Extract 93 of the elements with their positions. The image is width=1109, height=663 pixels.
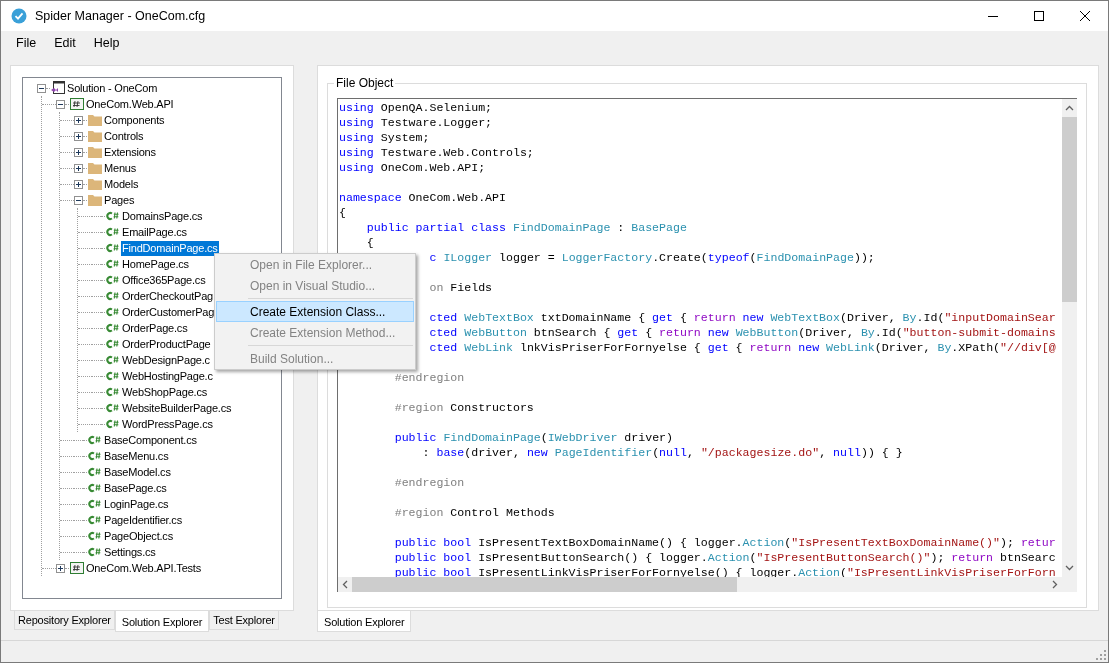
- code-line: using Testware.Logger;: [339, 115, 493, 130]
- expand-icon[interactable]: [74, 163, 83, 173]
- vertical-scrollbar[interactable]: [1062, 99, 1077, 577]
- tree-item[interactable]: OneCom.Web.API: [85, 96, 175, 112]
- chevron-up-icon[interactable]: [1065, 105, 1074, 111]
- maximize-icon[interactable]: [1034, 11, 1044, 21]
- code-line: cted WebTextBox txtDomainName { get { return new WebTextBox(Driver, By.Id("inputDomainSear: [429, 310, 1056, 325]
- tree-item[interactable]: OrderCheckoutPag: [121, 288, 214, 304]
- folder-icon: [87, 144, 103, 160]
- tree-item[interactable]: OneCom.Web.API.Tests: [85, 560, 202, 576]
- expand-icon[interactable]: [74, 115, 83, 125]
- folder-icon: [87, 128, 103, 144]
- project-icon: [69, 96, 85, 112]
- tree-item[interactable]: DomainsPage.cs: [121, 208, 204, 224]
- tree-item[interactable]: LoginPage.cs: [103, 496, 170, 512]
- window-title: Spider Manager - OneCom.cfg: [35, 7, 206, 25]
- tree-item[interactable]: Office365Page.cs: [121, 272, 207, 288]
- horizontal-scrollbar[interactable]: [338, 577, 1062, 592]
- tab[interactable]: Solution Explorer: [114, 611, 210, 632]
- code-line: using OpenQA.Selenium;: [339, 100, 493, 115]
- expand-icon[interactable]: [56, 563, 65, 573]
- folder-icon: [87, 160, 103, 176]
- code-line: on Fields: [429, 280, 493, 295]
- tree-item[interactable]: Components: [103, 112, 166, 128]
- tree-item[interactable]: Settings.cs: [103, 544, 157, 560]
- tree-item[interactable]: PageObject.cs: [103, 528, 174, 544]
- collapse-icon[interactable]: [74, 195, 83, 205]
- tree-item[interactable]: Extensions: [103, 144, 157, 160]
- menu-item[interactable]: File: [7, 33, 46, 53]
- resize-grip-icon[interactable]: [1096, 650, 1106, 660]
- tab[interactable]: Test Explorer: [209, 611, 279, 630]
- folder-icon: [87, 112, 103, 128]
- code-line: #endregion: [394, 370, 465, 385]
- tree-item[interactable]: WebHostingPage.c: [121, 368, 214, 384]
- tree-item[interactable]: Solution - OneCom: [66, 80, 159, 96]
- tree-item[interactable]: FindDomainPage.cs: [121, 240, 219, 256]
- close-icon[interactable]: [1080, 11, 1090, 21]
- tab[interactable]: Solution Explorer: [317, 611, 412, 632]
- code-line: using Testware.Web.Controls;: [339, 145, 534, 160]
- code-line: public bool IsPresentButtonSearch() { logger.Action("IsPresentButtonSearch()"); return btnSearc: [394, 550, 1056, 565]
- tree-item[interactable]: Controls: [103, 128, 145, 144]
- menu-item[interactable]: Create Extension Class...: [216, 301, 414, 322]
- app-logo-icon: [11, 8, 27, 24]
- code-line: public bool IsPresentTextBoxDomainName() { logger.Action("IsPresentTextBoxDomainName()"); retur: [394, 535, 1056, 550]
- solution-icon: [50, 80, 66, 96]
- project-icon: [69, 560, 85, 576]
- scrollbar-thumb[interactable]: [352, 577, 737, 592]
- tree-item[interactable]: BasePage.cs: [103, 480, 168, 496]
- code-line: cted WebLink lnkVisPriserForFornyelse { get { return new WebLink(Driver, By.XPath("//div[@: [429, 340, 1056, 355]
- expand-icon[interactable]: [74, 179, 83, 189]
- tree-item[interactable]: Menus: [103, 160, 138, 176]
- chevron-right-icon[interactable]: [1052, 580, 1058, 589]
- folder-icon: [87, 192, 103, 208]
- tree-item[interactable]: WordPressPage.cs: [121, 416, 214, 432]
- tree-item[interactable]: BaseComponent.cs: [103, 432, 198, 448]
- tree-item[interactable]: PageIdentifier.cs: [103, 512, 183, 528]
- tab[interactable]: Repository Explorer: [14, 611, 115, 630]
- tree-item[interactable]: OrderCustomerPag: [121, 304, 216, 320]
- code-line: public FindDomainPage(IWebDriver driver): [394, 430, 673, 445]
- code-line: : base(driver, new PageIdentifier(null, "/packagesize.do", null)) { }: [422, 445, 903, 460]
- tree-item[interactable]: EmailPage.cs: [121, 224, 188, 240]
- tree-item[interactable]: Models: [103, 176, 140, 192]
- code-line: public partial class FindDomainPage : BasePage: [366, 220, 687, 235]
- chevron-left-icon[interactable]: [342, 580, 348, 589]
- tree-item[interactable]: WebDesignPage.c: [121, 352, 211, 368]
- code-line: using System;: [339, 130, 430, 145]
- tree-item[interactable]: BaseMenu.cs: [103, 448, 170, 464]
- code-line: cted WebButton btnSearch { get { return new WebButton(Driver, By.Id("button-submit-domains: [429, 325, 1056, 340]
- code-line: c ILogger logger = LoggerFactory.Create(typeof(FindDomainPage));: [429, 250, 875, 265]
- group-title: File Object: [334, 75, 396, 91]
- tree-item[interactable]: WebShopPage.cs: [121, 384, 209, 400]
- code-line: using OneCom.Web.API;: [339, 160, 486, 175]
- collapse-icon[interactable]: [56, 99, 65, 109]
- menu-item[interactable]: Help: [84, 33, 129, 53]
- tree-item[interactable]: OrderPage.cs: [121, 320, 189, 336]
- code-line: {: [339, 205, 346, 220]
- code-line: #region Control Methods: [394, 505, 555, 520]
- tree-item[interactable]: BaseModel.cs: [103, 464, 172, 480]
- chevron-down-icon[interactable]: [1065, 565, 1074, 571]
- expand-icon[interactable]: [74, 147, 83, 157]
- tree-item[interactable]: WebsiteBuilderPage.cs: [121, 400, 233, 416]
- folder-icon: [87, 176, 103, 192]
- collapse-icon[interactable]: [37, 83, 46, 93]
- code-line: namespace OneCom.Web.API: [339, 190, 506, 205]
- tree-item[interactable]: OrderProductPage: [121, 336, 212, 352]
- code-line: #region Constructors: [394, 400, 534, 415]
- tree-item[interactable]: HomePage.cs: [121, 256, 190, 272]
- tree-item[interactable]: Pages: [103, 192, 136, 208]
- expand-icon[interactable]: [74, 131, 83, 141]
- scrollbar-thumb[interactable]: [1062, 117, 1077, 302]
- code-line: #endregion: [394, 475, 465, 490]
- menu-item[interactable]: Edit: [45, 33, 85, 53]
- code-line: {: [366, 235, 374, 250]
